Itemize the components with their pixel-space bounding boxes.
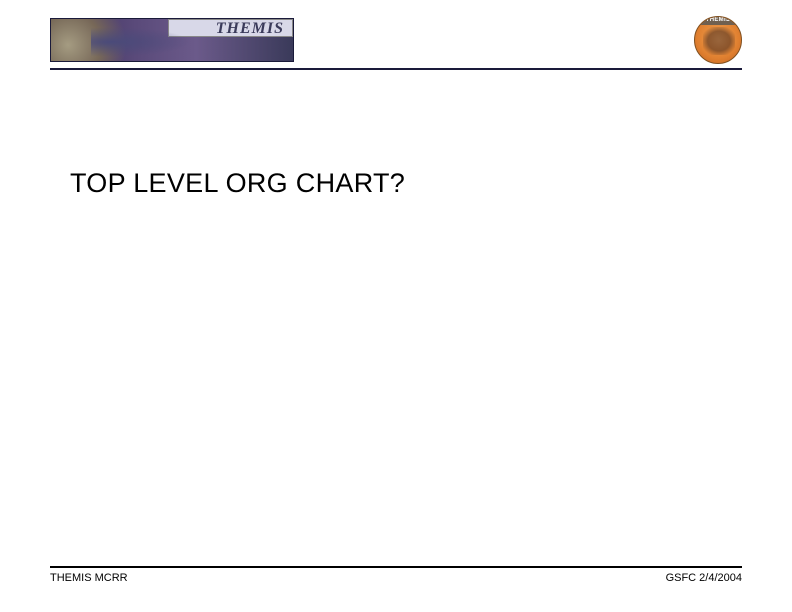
slide-footer: THEMIS MCRR GSFC 2/4/2004 [50,566,742,584]
badge-circle-icon: THEMIS [694,16,742,64]
themis-ribbon: THEMIS [168,19,293,37]
themis-logo-text: THEMIS [216,20,284,38]
footer-right-text: GSFC 2/4/2004 [666,572,742,584]
slide-title: TOP LEVEL ORG CHART? [70,168,722,199]
badge-label: THEMIS [695,16,741,25]
presentation-slide: THEMIS THEMIS TOP LEVEL ORG CHART? THEMI… [0,0,792,612]
footer-row: THEMIS MCRR GSFC 2/4/2004 [50,572,742,584]
mission-badge: THEMIS [694,16,742,64]
themis-logo: THEMIS [50,18,294,62]
footer-left-text: THEMIS MCRR [50,572,128,584]
slide-content: TOP LEVEL ORG CHART? [70,168,722,199]
header-divider [50,68,742,70]
slide-header: THEMIS THEMIS [50,18,742,74]
footer-divider [50,566,742,568]
